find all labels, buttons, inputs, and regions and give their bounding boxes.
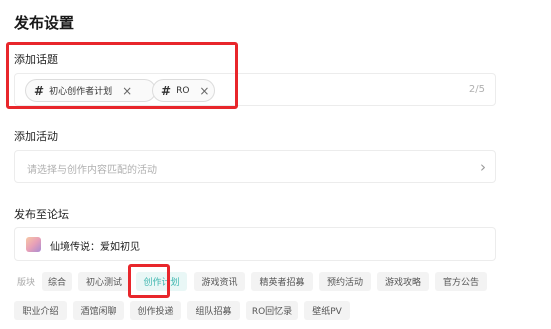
chevron-right-icon: › [480, 158, 486, 176]
board-chip[interactable]: 酒馆闲聊 [73, 301, 124, 320]
board-chip[interactable]: 创作计划 [136, 272, 187, 291]
topic-tag[interactable]: # 初心创作者计划 × [25, 79, 156, 102]
board-chip[interactable]: 组队招募 [187, 301, 240, 320]
forum-label: 发布至论坛 [14, 208, 69, 221]
activity-placeholder: 请选择与创作内容匹配的活动 [27, 165, 157, 176]
board-chip[interactable]: 壁纸PV [304, 301, 350, 320]
board-chip[interactable]: 创作投递 [130, 301, 181, 320]
forum-select[interactable]: 仙境传说：爱如初见 [14, 227, 496, 261]
board-chip[interactable]: 初心测试 [78, 272, 130, 291]
board-chip[interactable]: 精英者招募 [251, 272, 313, 291]
board-chip[interactable]: 综合 [42, 272, 72, 291]
board-chip[interactable]: 职业介绍 [14, 301, 67, 320]
board-chip[interactable]: RO回忆录 [246, 301, 298, 320]
game-icon [26, 237, 41, 252]
board-chip[interactable]: 预约活动 [319, 272, 371, 291]
board-chip[interactable]: 官方公告 [435, 272, 487, 291]
activity-select[interactable]: 请选择与创作内容匹配的活动 › [14, 150, 496, 183]
hash-icon: # [34, 83, 45, 98]
boards-label: 版块 [17, 278, 36, 288]
hash-icon: # [161, 83, 172, 98]
board-chip[interactable]: 游戏资讯 [194, 272, 245, 291]
topic-tag[interactable]: # RO × [152, 79, 215, 102]
board-chip[interactable]: 游戏攻略 [377, 272, 429, 291]
topics-field[interactable]: # 初心创作者计划 × # RO × 2/5 [14, 73, 496, 106]
topic-tag-label: 初心创作者计划 [49, 87, 113, 97]
close-icon[interactable]: × [122, 84, 132, 98]
page-title: 发布设置 [14, 14, 75, 32]
topic-tag-label: RO [176, 85, 190, 96]
close-icon[interactable]: × [199, 84, 209, 98]
activity-label: 添加活动 [14, 130, 58, 143]
topic-count: 2/5 [468, 84, 485, 95]
topics-label: 添加话题 [14, 53, 58, 66]
game-name: 仙境传说：爱如初见 [50, 242, 140, 253]
